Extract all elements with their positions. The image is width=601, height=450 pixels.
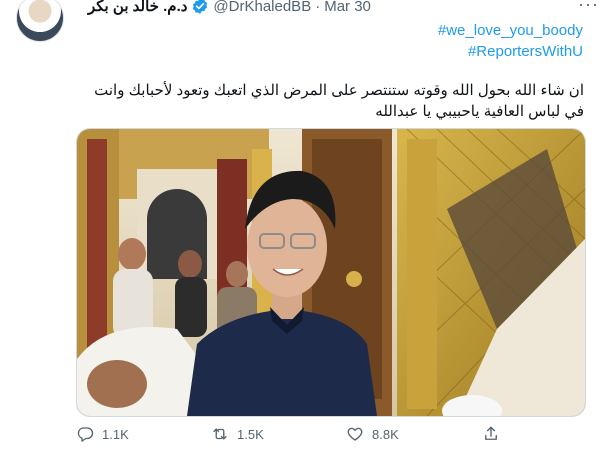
retweet-icon <box>213 428 227 440</box>
tweet-photo[interactable] <box>76 128 586 417</box>
tweet-header: د.م. خالد بن بكر @DrKhaledBB · Mar 30 <box>88 0 591 16</box>
tweet-text-line: ان شاء الله بحول الله وقوته ستنتصر على ا… <box>94 82 584 99</box>
tweet-text: ان شاء الله بحول الله وقوته ستنتصر على ا… <box>88 80 584 122</box>
avatar[interactable] <box>16 0 64 42</box>
timestamp[interactable]: Mar 30 <box>324 0 371 15</box>
retweet-count: 1.5K <box>237 426 264 442</box>
share-icon <box>485 426 497 440</box>
separator-dot: · <box>315 0 321 15</box>
user-handle[interactable]: @DrKhaledBB <box>213 0 311 15</box>
more-options-icon[interactable]: ··· <box>578 0 599 15</box>
verified-badge-icon <box>191 0 209 15</box>
reply-button[interactable]: 1.1K <box>76 425 129 443</box>
reply-icon <box>77 427 94 442</box>
hashtag-list: #we_love_you_boody #ReportersWithU <box>438 20 583 62</box>
hashtag-link[interactable]: #ReportersWithU <box>438 41 583 62</box>
like-count: 8.8K <box>372 426 399 442</box>
tweet-actions-bar: 1.1K 1.5K 8.8K <box>76 425 584 449</box>
display-name[interactable]: د.م. خالد بن بكر <box>88 0 187 15</box>
heart-icon <box>347 427 363 441</box>
like-button[interactable]: 8.8K <box>346 425 399 443</box>
share-button[interactable] <box>482 425 508 443</box>
reply-count: 1.1K <box>102 426 129 442</box>
photo-illustration <box>77 129 585 416</box>
retweet-button[interactable]: 1.5K <box>211 425 264 443</box>
hashtag-link[interactable]: #we_love_you_boody <box>438 20 583 41</box>
tweet-text-line: في لباس العافية ياحبيبي يا عبدالله <box>375 103 584 120</box>
